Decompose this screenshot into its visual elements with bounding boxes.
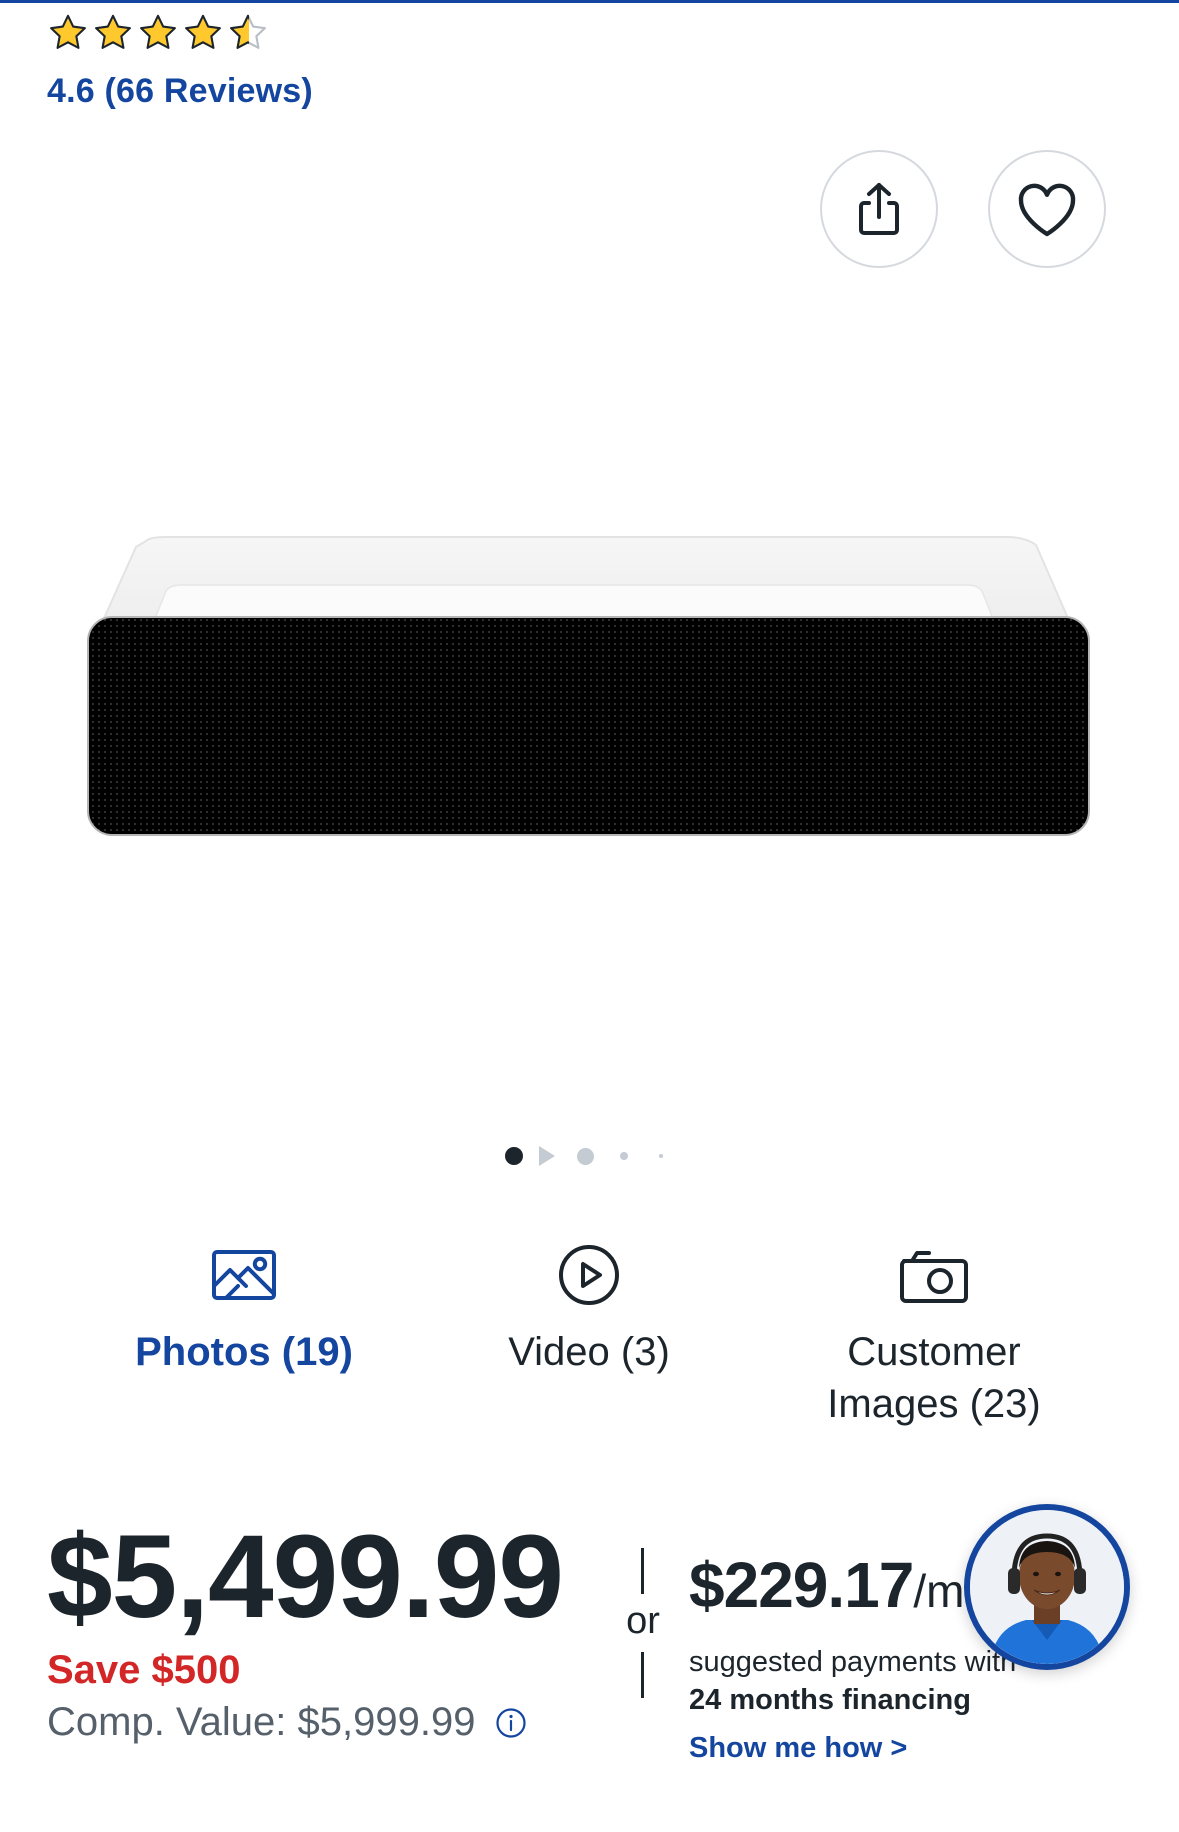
chat-assistant-avatar[interactable] bbox=[964, 1504, 1130, 1670]
or-divider bbox=[641, 1548, 644, 1594]
carousel-dot[interactable] bbox=[620, 1152, 628, 1160]
heart-icon bbox=[1018, 183, 1076, 237]
half-star-icon bbox=[230, 14, 266, 49]
info-icon[interactable] bbox=[495, 1707, 527, 1739]
rating-summary[interactable]: 4.6 (66 Reviews) bbox=[47, 10, 313, 111]
comp-value-row: Comp. Value: $5,999.99 bbox=[47, 1700, 527, 1745]
savings-amount: Save $500 bbox=[47, 1648, 241, 1692]
carousel-indicator[interactable] bbox=[505, 1145, 663, 1167]
star-icon bbox=[185, 14, 221, 49]
customer-images-tab-label-line1: Customer bbox=[847, 1330, 1021, 1374]
comp-value-text: Comp. Value: $5,999.99 bbox=[47, 1700, 476, 1744]
carousel-dot[interactable] bbox=[659, 1154, 663, 1158]
carousel-dot-active[interactable] bbox=[505, 1147, 523, 1165]
video-tab[interactable]: Video (3) bbox=[419, 1240, 759, 1378]
star-icon bbox=[95, 14, 131, 49]
star-icon bbox=[50, 14, 86, 49]
monthly-price: $229.17 bbox=[689, 1549, 914, 1621]
product-price: $5,499.99 bbox=[47, 1511, 564, 1643]
camera-icon bbox=[900, 1251, 968, 1303]
photos-tab-label: Photos (19) bbox=[135, 1330, 353, 1374]
product-image[interactable] bbox=[86, 535, 1091, 840]
star-rating bbox=[47, 10, 313, 56]
agent-photo bbox=[970, 1510, 1124, 1664]
image-icon bbox=[212, 1250, 276, 1300]
carousel-video-dot[interactable] bbox=[539, 1146, 555, 1166]
show-me-how-link[interactable]: Show me how > bbox=[689, 1732, 907, 1765]
save-to-list-button[interactable] bbox=[988, 150, 1106, 268]
share-button[interactable] bbox=[820, 150, 938, 268]
rating-text[interactable]: 4.6 (66 Reviews) bbox=[47, 72, 313, 111]
share-icon bbox=[859, 183, 899, 235]
star-icon bbox=[140, 14, 176, 49]
play-circle-icon bbox=[559, 1245, 619, 1305]
customer-images-tab-label-line2: Images (23) bbox=[827, 1382, 1041, 1426]
video-tab-label: Video (3) bbox=[508, 1330, 670, 1374]
photos-tab[interactable]: Photos (19) bbox=[74, 1240, 414, 1378]
customer-images-tab[interactable]: Customer Images (23) bbox=[764, 1240, 1104, 1430]
financing-term: 24 months financing bbox=[689, 1684, 971, 1716]
top-border bbox=[0, 0, 1179, 3]
or-divider bbox=[641, 1652, 644, 1698]
carousel-dot[interactable] bbox=[577, 1147, 594, 1165]
or-text: or bbox=[626, 1600, 660, 1642]
